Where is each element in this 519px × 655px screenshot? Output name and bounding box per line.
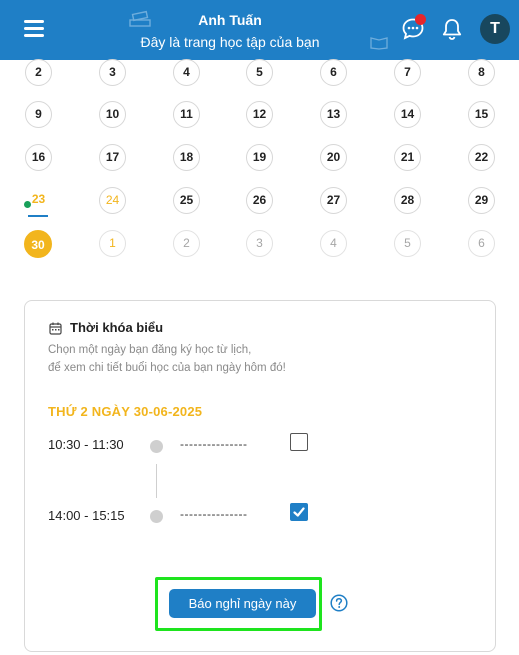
app-header: Anh Tuấn Đây là trang học tập của bạn T xyxy=(0,0,519,60)
user-avatar[interactable]: T xyxy=(480,14,510,44)
calendar-day[interactable]: 12 xyxy=(246,101,273,128)
bell-icon[interactable] xyxy=(441,17,463,41)
calendar-day-next-month[interactable]: 1 xyxy=(99,230,126,257)
slot-detail: --------------- xyxy=(180,507,248,521)
user-name: Anh Tuấn xyxy=(198,12,262,28)
slot-checkbox-checked[interactable] xyxy=(290,503,308,521)
slot-time: 10:30 - 11:30 xyxy=(48,437,124,452)
calendar-day[interactable]: 9 xyxy=(25,101,52,128)
calendar-day[interactable]: 27 xyxy=(320,187,347,214)
calendar-day[interactable]: 22 xyxy=(468,144,495,171)
timeline-node xyxy=(150,440,163,453)
schedule-hint-line-1: Chọn một ngày bạn đăng ký học từ lịch, xyxy=(48,344,252,356)
calendar-day[interactable]: 6 xyxy=(320,59,347,86)
slot-detail: --------------- xyxy=(180,437,248,451)
schedule-hint-line-2: để xem chi tiết buổi học của bạn ngày hô… xyxy=(48,362,286,374)
header-subtitle: Đây là trang học tập của bạn xyxy=(140,34,320,50)
slot-time: 14:00 - 15:15 xyxy=(48,508,125,523)
calendar-day-selected[interactable]: 30 xyxy=(24,230,52,258)
calendar-day[interactable]: 13 xyxy=(320,101,347,128)
calendar-day-next-month[interactable]: 6 xyxy=(468,230,495,257)
slot-checkbox[interactable] xyxy=(290,433,308,451)
calendar-day[interactable]: 17 xyxy=(99,144,126,171)
checkmark-icon xyxy=(293,507,305,517)
calendar-day[interactable]: 26 xyxy=(246,187,273,214)
timeline-connector xyxy=(156,464,157,498)
calendar-day[interactable]: 21 xyxy=(394,144,421,171)
calendar-day[interactable]: 29 xyxy=(468,187,495,214)
today-underline xyxy=(28,215,48,217)
calendar-day[interactable]: 10 xyxy=(99,101,126,128)
calendar-day[interactable]: 19 xyxy=(246,144,273,171)
timeline-node xyxy=(150,510,163,523)
calendar-day[interactable]: 18 xyxy=(173,144,200,171)
calendar-day-next-month[interactable]: 2 xyxy=(173,230,200,257)
calendar-day-next-month[interactable]: 4 xyxy=(320,230,347,257)
notification-dot xyxy=(415,14,426,25)
calendar-day[interactable]: 4 xyxy=(173,59,200,86)
calendar-day[interactable]: 15 xyxy=(468,101,495,128)
report-absence-button[interactable]: Báo nghỉ ngày này xyxy=(169,589,316,618)
calendar-icon xyxy=(49,322,62,335)
calendar-day[interactable]: 25 xyxy=(173,187,200,214)
calendar-day[interactable]: 3 xyxy=(99,59,126,86)
calendar-day[interactable]: 16 xyxy=(25,144,52,171)
help-icon[interactable] xyxy=(330,594,348,612)
calendar-day[interactable]: 2 xyxy=(25,59,52,86)
calendar-day[interactable]: 5 xyxy=(246,59,273,86)
calendar-day[interactable]: 8 xyxy=(468,59,495,86)
selected-date-heading: THỨ 2 NGÀY 30-06-2025 xyxy=(48,404,203,419)
calendar-day[interactable]: 28 xyxy=(394,187,421,214)
calendar-day[interactable]: 24 xyxy=(99,187,126,214)
calendar-day[interactable]: 14 xyxy=(394,101,421,128)
calendar-day-next-month[interactable]: 5 xyxy=(394,230,421,257)
today-indicator-dot xyxy=(24,201,31,208)
calendar-day[interactable]: 20 xyxy=(320,144,347,171)
calendar-day-next-month[interactable]: 3 xyxy=(246,230,273,257)
schedule-title: Thời khóa biểu xyxy=(70,320,164,335)
calendar-day[interactable]: 7 xyxy=(394,59,421,86)
calendar-day[interactable]: 11 xyxy=(173,101,200,128)
